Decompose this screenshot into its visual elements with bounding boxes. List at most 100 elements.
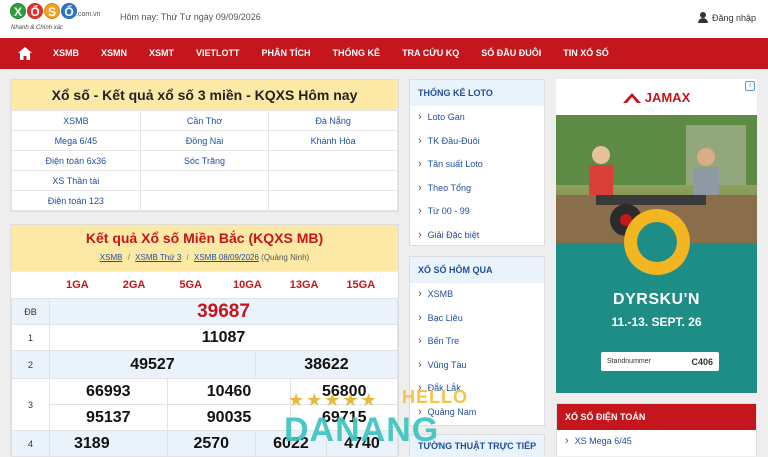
table-row: ĐB 39687 xyxy=(11,298,398,325)
breadcrumb-province: (Quảng Ninh) xyxy=(261,253,310,262)
nav-item-xsmt[interactable]: XSMT xyxy=(138,38,185,69)
quicklink xyxy=(268,170,398,191)
ad-stand-number: C406 xyxy=(691,356,713,367)
prize-number: 90035 xyxy=(166,404,292,431)
advertisement[interactable]: JAMAX i DYRSKU'N 11.-13. SEPT. 26 Standn… xyxy=(556,79,757,393)
breadcrumb-weekday[interactable]: XSMB Thứ 3 xyxy=(135,253,181,262)
dien-toan-title: XỔ SỐ ĐIỆN TOÁN xyxy=(557,404,756,430)
ad-choices-icon[interactable]: i xyxy=(745,81,755,91)
logo-tagline: Nhanh & Chính xác xyxy=(11,25,64,31)
ad-brand: JAMAX xyxy=(644,89,691,105)
user-icon xyxy=(697,12,708,23)
ad-emblem xyxy=(624,209,690,275)
quicklinks-panel: Xổ số - Kết quả xổ số 3 miền - KQXS Hôm … xyxy=(10,79,399,212)
ad-brand-bar: JAMAX xyxy=(556,79,757,115)
prize-header-row: 1GA 2GA 5GA 10GA 13GA 15GA xyxy=(11,271,398,298)
quicklink[interactable]: Mega 6/45 xyxy=(11,130,141,151)
nav-item-tin-xo-so[interactable]: TIN XỔ SỐ xyxy=(552,38,620,69)
nav-item-tra-cuu[interactable]: TRA CỨU KQ xyxy=(391,38,470,69)
breadcrumb-separator: / xyxy=(127,253,130,262)
quicklink[interactable]: Khánh Hòa xyxy=(268,130,398,151)
main-nav: XSMB XSMN XSMT VIETLOTT PHÂN TÍCH THỐNG … xyxy=(0,38,768,69)
nav-item-vietlott[interactable]: VIETLOTT xyxy=(185,38,251,69)
table-row: 4 3189 2570 6022 4740 xyxy=(11,430,399,457)
list-item[interactable]: Bạc Liêu xyxy=(410,307,544,331)
nav-item-thong-ke[interactable]: THỐNG KÊ xyxy=(322,38,392,69)
prize-header: 15GA xyxy=(346,279,376,291)
site-logo[interactable]: X Ổ S Ố .com.vn Nhanh & Chính xác xyxy=(10,3,106,37)
nav-item-dau-duoi[interactable]: SỐ ĐẦU ĐUÔI xyxy=(470,38,552,69)
prize-number: 4740 xyxy=(325,430,399,457)
list-item[interactable]: TK Đầu-Đuôi xyxy=(410,130,544,154)
prize-number: 66993 xyxy=(49,378,168,405)
prize-label: 4 xyxy=(11,430,50,457)
prize-number: 38622 xyxy=(254,350,399,379)
quicklink[interactable]: XSMB xyxy=(11,110,141,131)
table-row: 1 11087 xyxy=(11,324,398,351)
prize-number: 3189 xyxy=(49,430,168,457)
list-item[interactable]: Quảng Nam xyxy=(410,401,544,425)
results-title: Kết quả Xổ số Miền Bắc (KQXS MB) xyxy=(85,230,324,246)
prize-header: 1GA xyxy=(66,279,89,291)
loto-stats-list: Loto Gan TK Đầu-Đuôi Tần suất Loto Theo … xyxy=(410,106,544,247)
nav-item-xsmb[interactable]: XSMB xyxy=(42,38,90,69)
prize-header: 10GA xyxy=(233,279,262,291)
prize-number: 10460 xyxy=(166,378,292,405)
dien-toan-box: XỔ SỐ ĐIỆN TOÁN XS Mega 6/45 xyxy=(556,403,757,456)
top-bar: X Ổ S Ố .com.vn Nhanh & Chính xác Hôm na… xyxy=(0,0,768,38)
home-icon[interactable] xyxy=(14,38,36,69)
prize-number: 95137 xyxy=(49,404,168,431)
list-item[interactable]: Giải Đặc biệt xyxy=(410,224,544,248)
list-item[interactable]: XS Mega 6/45 xyxy=(557,430,756,454)
list-item[interactable]: Đắk Lắk xyxy=(410,377,544,401)
quicklink[interactable]: Sóc Trăng xyxy=(139,150,270,171)
prize-number: 69715 xyxy=(290,404,398,431)
breadcrumb-xsmb[interactable]: XSMB xyxy=(100,253,123,262)
ad-stand-label: Standnummer xyxy=(607,358,651,365)
live-title[interactable]: TƯỜNG THUẬT TRỰC TIẾP xyxy=(410,435,544,457)
prize-number: 6022 xyxy=(254,430,327,457)
breadcrumb-date[interactable]: XSMB 08/09/2026 xyxy=(194,253,259,262)
jamax-logo-icon xyxy=(622,93,641,103)
list-item[interactable]: Vũng Tàu xyxy=(410,354,544,378)
logo-letter: X xyxy=(10,3,26,19)
login-link[interactable]: Đăng nhập xyxy=(697,12,756,23)
results-panel: Kết quả Xổ số Miền Bắc (KQXS MB) XSMB / … xyxy=(10,224,399,457)
loto-stats-box: THỐNG KÊ LOTO Loto Gan TK Đầu-Đuôi Tần s… xyxy=(409,79,545,246)
yesterday-title: XỔ SỐ HÔM QUA xyxy=(410,257,544,283)
prize-number: 2570 xyxy=(166,430,256,457)
table-row: 3 66993 10460 56800 xyxy=(11,378,398,431)
results-header: Kết quả Xổ số Miền Bắc (KQXS MB) XSMB / … xyxy=(11,225,398,271)
dien-toan-list: XS Mega 6/45 xyxy=(557,430,756,454)
table-row: 2 49527 38622 xyxy=(11,350,399,379)
quicklink[interactable]: XS Thần tài xyxy=(11,170,141,191)
nav-item-xsmn[interactable]: XSMN xyxy=(90,38,138,69)
quicklink[interactable]: Điện toán 6x36 xyxy=(11,150,141,171)
quicklink xyxy=(268,190,398,211)
prize-label: 3 xyxy=(11,378,50,431)
quicklink xyxy=(139,170,270,191)
yesterday-list: XSMB Bạc Liêu Bến Tre Vũng Tàu Đắk Lắk Q… xyxy=(410,283,544,424)
prize-header: 5GA xyxy=(179,279,203,291)
ad-event-dates: 11.-13. SEPT. 26 xyxy=(611,315,702,329)
prize-number: 49527 xyxy=(49,350,256,379)
quicklink[interactable]: Đồng Nai xyxy=(139,130,270,151)
list-item[interactable]: Loto Gan xyxy=(410,106,544,130)
list-item[interactable]: Từ 00 - 99 xyxy=(410,200,544,224)
breadcrumb: XSMB / XSMB Thứ 3 / XSMB 08/09/2026 (Quả… xyxy=(11,251,398,271)
ox-icon xyxy=(637,222,677,262)
special-prize-number: 39687 xyxy=(49,298,398,325)
loto-stats-title: THỐNG KÊ LOTO xyxy=(410,80,544,106)
table-row: 95137 90035 69715 xyxy=(12,404,398,431)
logo-letter: Ổ xyxy=(27,3,43,19)
ad-stand-box: Standnummer C406 xyxy=(601,352,719,371)
list-item[interactable]: XSMB xyxy=(410,283,544,307)
quicklink[interactable]: Đà Nẵng xyxy=(268,110,398,131)
quicklink[interactable]: Điện toán 123 xyxy=(11,190,141,211)
nav-item-phan-tich[interactable]: PHÂN TÍCH xyxy=(251,38,322,69)
logo-domain: .com.vn xyxy=(76,11,101,18)
quicklink[interactable]: Cần Thơ xyxy=(139,110,270,131)
list-item[interactable]: Bến Tre xyxy=(410,330,544,354)
list-item[interactable]: Theo Tổng xyxy=(410,177,544,201)
list-item[interactable]: Tần suất Loto xyxy=(410,153,544,177)
